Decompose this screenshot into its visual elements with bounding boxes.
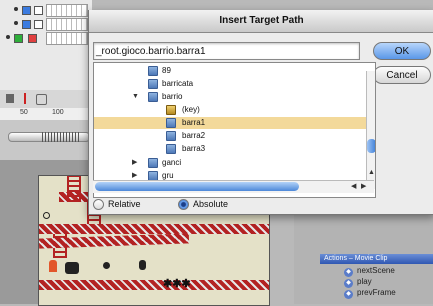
ruler-tick-label: 100 (52, 109, 64, 116)
tree-item-barrio[interactable]: ▼ barrio (94, 91, 364, 103)
scroll-right-arrow-icon[interactable]: ▶ (361, 182, 366, 190)
target-path-input[interactable]: _root.gioco.barrio.barra1 (93, 42, 360, 60)
absolute-radio[interactable] (178, 199, 189, 210)
tree-vertical-scrollbar[interactable]: ▲ ▼ (366, 71, 375, 189)
movieclip-icon (148, 158, 158, 168)
ladder (67, 176, 81, 202)
scrollbar-grip-icon (42, 132, 80, 142)
barrel-icon (103, 262, 110, 269)
vertical-scroll-thumb[interactable] (367, 139, 375, 153)
tree-item-barra2[interactable]: barra2 (94, 130, 364, 142)
ok-button[interactable]: OK (373, 42, 431, 60)
scroll-up-arrow-icon[interactable]: ▲ (368, 169, 375, 176)
action-icon: ◆ (344, 279, 353, 288)
action-item[interactable]: ◆ prevFrame (344, 288, 396, 299)
movieclip-icon (148, 92, 158, 102)
absolute-label[interactable]: Absolute (193, 199, 228, 209)
key-icon (166, 105, 176, 115)
rivet-icon (43, 212, 50, 219)
tree-item-barra1[interactable]: barra1 (94, 117, 366, 129)
movieclip-icon (166, 144, 176, 154)
horizontal-scroll-thumb[interactable] (95, 182, 299, 191)
tree-item-barra3[interactable]: barra3 (94, 143, 364, 155)
timeline-layer-row[interactable] (0, 32, 92, 45)
movieclip-icon (148, 79, 158, 89)
action-item[interactable]: ◆ nextScene (344, 266, 395, 277)
relative-radio[interactable] (93, 199, 104, 210)
tree-item-barricata[interactable]: barricata (94, 78, 364, 90)
tree-horizontal-scrollbar[interactable]: ◀ ▶ (93, 180, 374, 193)
movieclip-tree: 89 barricata ▼ barrio (key) barra1 barra… (93, 62, 376, 198)
actions-panel-header[interactable]: Actions – Movie Clip (320, 254, 433, 264)
game-glyphs: ✱✱✱ (163, 278, 191, 290)
tree-item-89[interactable]: 89 (94, 65, 364, 77)
tree-item-ganci[interactable]: ▶ ganci (94, 157, 364, 169)
action-item[interactable]: ◆ play (344, 277, 372, 288)
ruler-tick-label: 50 (20, 109, 28, 116)
tree-item-key[interactable]: (key) (94, 104, 364, 116)
disclosure-collapsed-icon[interactable]: ▶ (132, 157, 137, 169)
girder (39, 224, 269, 234)
movieclip-icon (148, 66, 158, 76)
stage-scroll-area (0, 120, 92, 160)
player-sprite-icon (65, 262, 79, 274)
action-icon: ◆ (344, 268, 353, 277)
enemy-sprite-icon (139, 260, 146, 270)
cancel-button[interactable]: Cancel (373, 66, 431, 84)
fire-icon (49, 260, 57, 272)
timeline-panel (0, 0, 92, 90)
scroll-left-arrow-icon[interactable]: ◀ (351, 182, 356, 190)
playhead-icon[interactable] (24, 93, 26, 104)
movieclip-icon (166, 131, 176, 141)
dialog-title: Insert Target Path (89, 10, 433, 33)
girder (39, 280, 269, 290)
relative-label[interactable]: Relative (108, 199, 141, 209)
timeline-layer-row[interactable] (0, 4, 92, 17)
trash-icon[interactable] (6, 94, 14, 103)
movieclip-icon (166, 118, 176, 128)
timeline-toolbar (0, 90, 92, 109)
disclosure-expanded-icon[interactable]: ▼ (132, 91, 139, 103)
onion-skin-icon[interactable] (36, 94, 47, 105)
insert-target-path-dialog: Insert Target Path _root.gioco.barrio.ba… (88, 10, 433, 215)
action-icon: ◆ (344, 290, 353, 299)
timeline-layer-row[interactable] (0, 18, 92, 31)
